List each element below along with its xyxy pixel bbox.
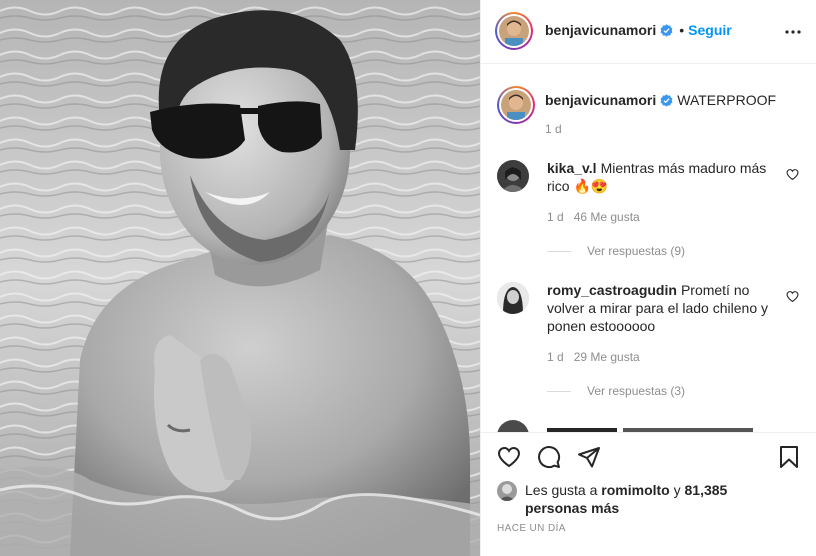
more-options-icon[interactable] <box>785 24 801 40</box>
author-avatar[interactable] <box>495 12 533 50</box>
comment-like-heart-icon[interactable] <box>786 290 799 303</box>
comment-icon[interactable] <box>537 445 561 469</box>
caption-avatar[interactable] <box>497 86 535 124</box>
view-replies-label: Ver respuestas (3) <box>587 384 686 398</box>
comments-list[interactable]: benjavicunamori WATERPROOF 1 d kika_v.l Mi… <box>481 64 816 432</box>
comment-avatar-image <box>497 282 529 314</box>
clipped-comment-preview <box>497 420 753 432</box>
author-avatar-image <box>499 16 529 46</box>
post-actions: Les gusta a romimolto y 81,385 personas … <box>481 432 816 556</box>
post-photo[interactable] <box>0 0 480 556</box>
verified-badge-icon <box>660 94 673 107</box>
follow-button[interactable]: Seguir <box>688 22 732 38</box>
verified-badge-icon <box>660 24 673 37</box>
likes-connector: y <box>673 482 681 498</box>
caption-time[interactable]: 1 d <box>545 122 562 136</box>
comment-item: romy_castroagudin Prometí no volver a mir… <box>497 282 801 402</box>
header-separator: • <box>679 22 685 38</box>
view-replies-label: Ver respuestas (9) <box>587 244 686 258</box>
photo-image <box>0 0 480 556</box>
view-replies-button[interactable]: Ver respuestas (9) <box>547 244 685 258</box>
liker-avatar-image <box>497 481 517 501</box>
replies-divider <box>547 251 571 253</box>
comment-meta: 1 d 46 Me gusta <box>547 210 640 224</box>
comment-username[interactable]: kika_v.l <box>547 160 597 176</box>
comment-text: romy_castroagudin Prometí no volver a mir… <box>547 281 769 335</box>
comment-avatar[interactable] <box>497 160 529 192</box>
replies-divider <box>547 391 571 393</box>
comment-meta: 1 d 29 Me gusta <box>547 350 640 364</box>
post-side-panel: benjavicunamori • Seguir benjavicunamori… <box>480 0 816 556</box>
instagram-post-modal: benjavicunamori • Seguir benjavicunamori… <box>0 0 816 556</box>
post-date[interactable]: HACE UN DÍA <box>497 523 566 534</box>
liker-avatar[interactable] <box>497 481 517 501</box>
bookmark-icon[interactable] <box>777 445 801 469</box>
caption-text: benjavicunamori WATERPROOF <box>545 91 776 109</box>
comment-username[interactable]: romy_castroagudin <box>547 282 677 298</box>
likes-prefix: Les gusta a <box>525 482 598 498</box>
caption-username[interactable]: benjavicunamori <box>545 92 656 108</box>
heart-icon[interactable] <box>497 445 521 469</box>
comment-time[interactable]: 1 d <box>547 350 564 364</box>
likes-text: Les gusta a romimolto y 81,385 personas … <box>525 481 775 517</box>
comment-item-partial <box>497 420 801 432</box>
comment-avatar-image <box>497 160 529 192</box>
comment-likes-count[interactable]: 46 Me gusta <box>574 210 640 224</box>
share-icon[interactable] <box>577 445 601 469</box>
caption-body: WATERPROOF <box>677 92 777 108</box>
liker-username[interactable]: romimolto <box>601 482 669 498</box>
comment-like-heart-icon[interactable] <box>786 168 799 181</box>
post-header: benjavicunamori • Seguir <box>481 0 816 64</box>
author-username[interactable]: benjavicunamori <box>545 22 656 38</box>
view-replies-button[interactable]: Ver respuestas (3) <box>547 384 685 398</box>
comment-likes-count[interactable]: 29 Me gusta <box>574 350 640 364</box>
comment-text: kika_v.l Mientras más maduro más rico 🔥😍 <box>547 159 769 195</box>
comment-avatar[interactable] <box>497 282 529 314</box>
author-line: benjavicunamori • Seguir <box>545 22 732 38</box>
comment-item: kika_v.l Mientras más maduro más rico 🔥😍 … <box>497 160 801 260</box>
caption-avatar-image <box>501 90 531 120</box>
comment-time[interactable]: 1 d <box>547 210 564 224</box>
